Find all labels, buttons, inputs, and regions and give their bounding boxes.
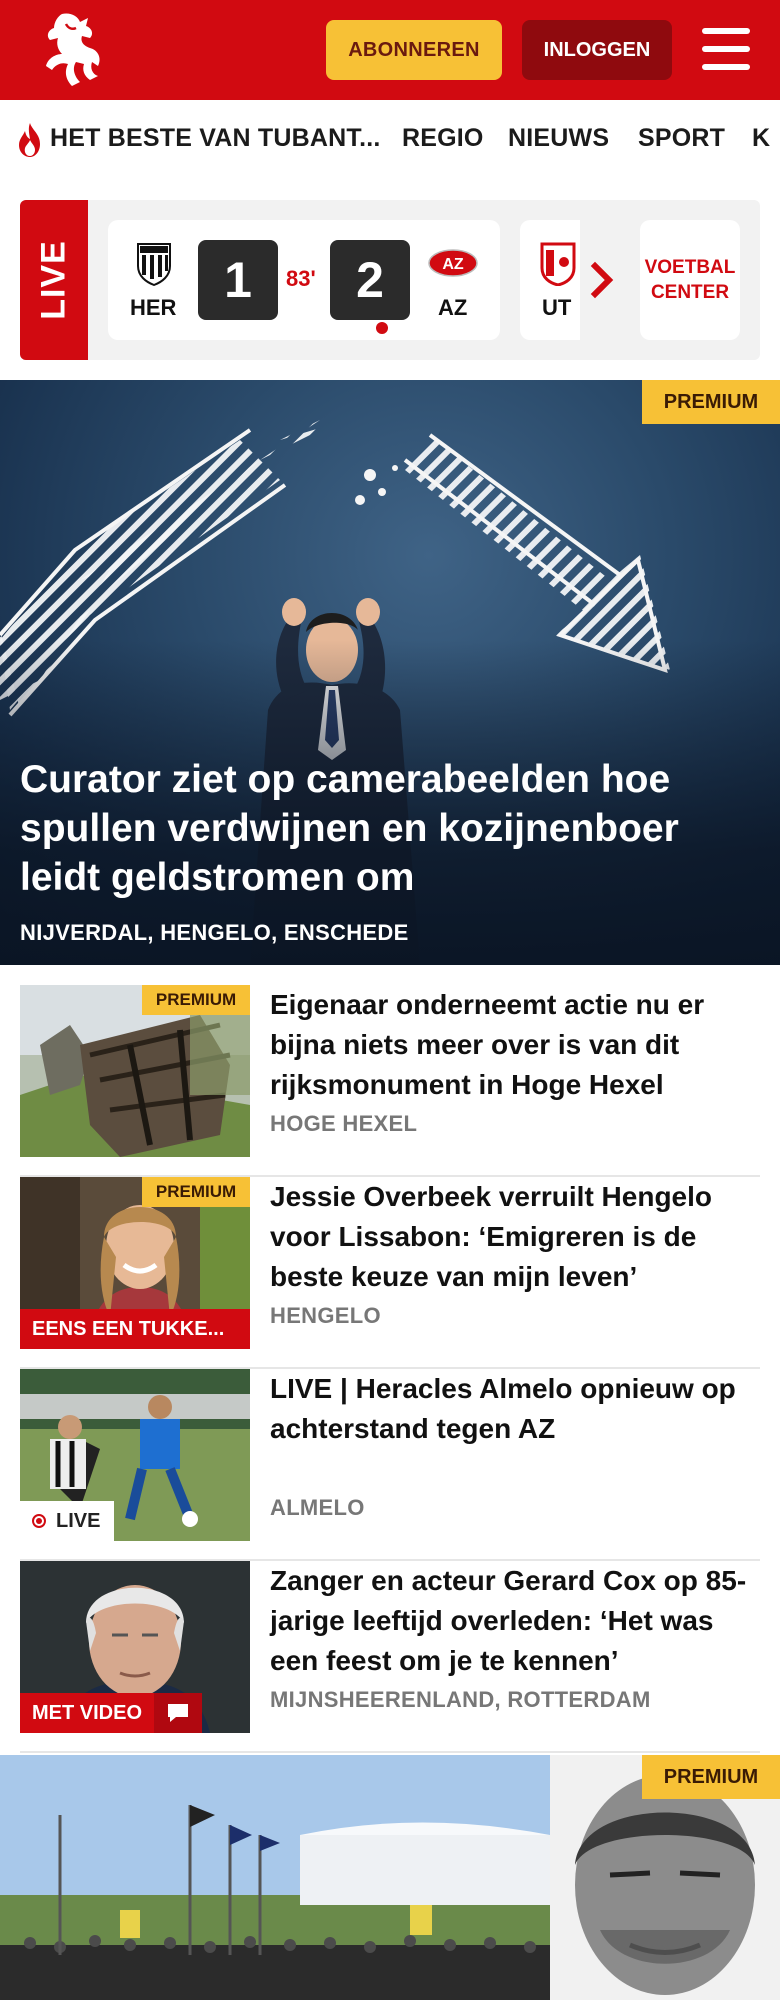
tubantia-horse-logo[interactable]	[32, 10, 106, 90]
comment-icon	[154, 1693, 203, 1733]
article-headline[interactable]: Zanger en acteur Gerard Cox op 85-jarige…	[270, 1561, 760, 1681]
live-dot-icon	[32, 1514, 46, 1528]
nav-item-regio[interactable]: REGIO	[402, 124, 484, 153]
live-label: LIVE	[34, 240, 73, 320]
list-item[interactable]: PREMIUM EENS EEN TUKKE... Jessie Overbee…	[20, 1177, 760, 1369]
article-headline[interactable]: Eigenaar onderneemt actie nu er bijna ni…	[270, 985, 760, 1105]
video-badge-label: MET VIDEO	[32, 1701, 143, 1724]
article-thumbnail: PREMIUM EENS EEN TUKKE...	[20, 1177, 250, 1349]
article-headline[interactable]: LIVE | Heracles Almelo opnieuw op achter…	[270, 1369, 760, 1449]
article-thumbnail: MET VIDEO	[20, 1561, 250, 1733]
article-location: MIJNSHEERENLAND, ROTTERDAM	[270, 1687, 651, 1712]
live-badge-label: LIVE	[56, 1509, 101, 1532]
list-item[interactable]: MET VIDEO Zanger en acteur Gerard Cox op…	[20, 1561, 760, 1753]
login-button[interactable]: INLOGGEN	[522, 20, 672, 80]
article-thumbnail: PREMIUM	[20, 985, 250, 1157]
chevron-right-icon[interactable]	[590, 260, 616, 300]
hero-headline[interactable]: Curator ziet op camerabeelden hoe spulle…	[20, 755, 760, 902]
video-badge: MET VIDEO	[20, 1693, 203, 1733]
hero-article[interactable]: PREMIUM Curator ziet op camerabeelden ho…	[0, 380, 780, 965]
nav-item-nieuws[interactable]: NIEUWS	[508, 124, 609, 153]
nav-item-sport[interactable]: SPORT	[638, 124, 725, 153]
top-bar: ABONNEREN INLOGGEN	[0, 0, 780, 100]
voetbal-center-button[interactable]: VOETBAL CENTER	[640, 220, 740, 340]
heracles-crest-icon	[137, 243, 171, 286]
article-headline[interactable]: Jessie Overbeek verruilt Hengelo voor Li…	[270, 1177, 760, 1297]
series-badge: EENS EEN TUKKE...	[20, 1309, 250, 1349]
premium-badge: PREMIUM	[642, 380, 780, 424]
match-card-next[interactable]: UT	[520, 220, 580, 340]
list-item[interactable]: PREMIUM Eigenaar onderneemt actie nu er …	[20, 985, 760, 1177]
article-location: HOGE HEXEL	[270, 1111, 418, 1136]
hero-location: NIJVERDAL, HENGELO, ENSCHEDE	[20, 920, 409, 945]
hamburger-menu-icon[interactable]	[702, 28, 750, 70]
live-label-tab: LIVE	[20, 200, 88, 360]
match-card-heracles-az[interactable]: HER 1 83' 2 AZ AZ	[108, 220, 500, 340]
live-badge: LIVE	[20, 1501, 114, 1541]
subscribe-button[interactable]: ABONNEREN	[326, 20, 502, 80]
home-team-abbr: HER	[130, 295, 177, 320]
home-score: 1	[198, 240, 278, 320]
utrecht-crest-icon	[540, 242, 576, 286]
article-location: ALMELO	[270, 1495, 365, 1520]
live-scoreboard: LIVE HER 1 83' 2 AZ AZ UT VOETBAL CENTER	[20, 200, 760, 360]
svg-text:AZ: AZ	[442, 256, 464, 273]
promo-article[interactable]: PREMIUM	[0, 1755, 780, 2000]
voetbal-center-label-1: VOETBAL	[644, 257, 736, 278]
az-crest-icon: AZ	[428, 249, 478, 277]
premium-badge: PREMIUM	[142, 985, 250, 1015]
article-thumbnail: LIVE	[20, 1369, 250, 1541]
next-team-abbr: UT	[542, 295, 572, 320]
nav-item-beste-van-tubantia[interactable]: HET BESTE VAN TUBANT...	[50, 124, 381, 153]
away-team-abbr: AZ	[438, 295, 468, 320]
article-location: HENGELO	[270, 1303, 381, 1328]
away-score: 2	[330, 240, 410, 320]
section-nav: HET BESTE VAN TUBANT... REGIO NIEUWS SPO…	[0, 100, 780, 180]
nav-item-truncated[interactable]: K	[752, 124, 770, 153]
voetbal-center-label-2: CENTER	[650, 282, 730, 303]
live-goal-dot	[376, 322, 388, 334]
match-minute: 83'	[286, 266, 316, 291]
premium-badge: PREMIUM	[642, 1755, 780, 1799]
premium-badge: PREMIUM	[142, 1177, 250, 1207]
list-item[interactable]: LIVE LIVE | Heracles Almelo opnieuw op a…	[20, 1369, 760, 1561]
flame-icon	[19, 123, 40, 157]
